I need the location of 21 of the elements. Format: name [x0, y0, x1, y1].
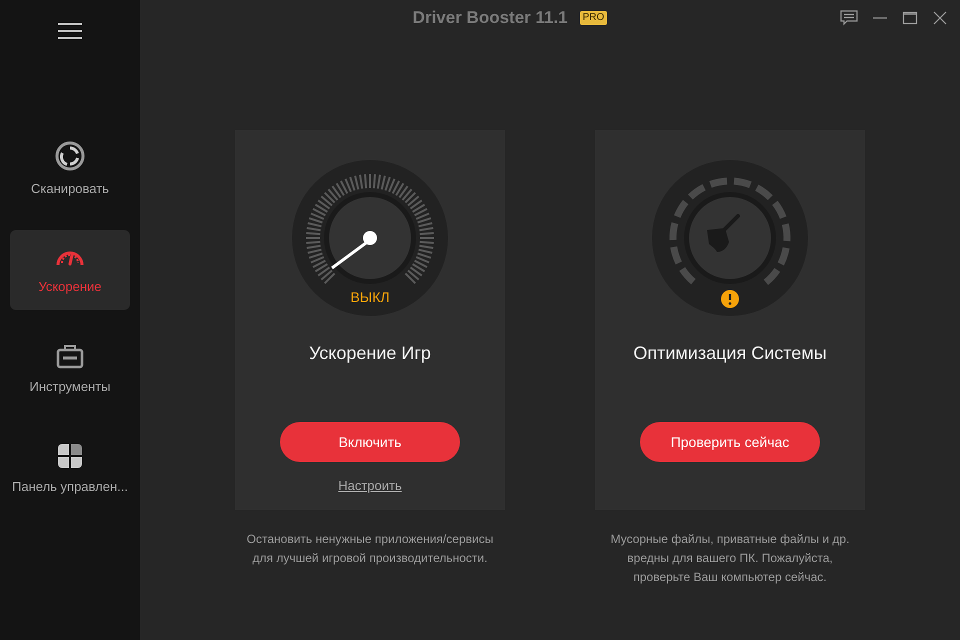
card-title: Оптимизация Системы — [633, 342, 827, 365]
action-button[interactable]: Включить — [280, 422, 460, 462]
card-description: Остановить ненужные приложения/сервисы для лучшей игровой производительности. — [246, 531, 494, 567]
sidebar-item[interactable]: Панель управлен... — [10, 430, 130, 510]
status-label: ВЫКЛ — [350, 289, 390, 305]
maximize-icon[interactable] — [902, 10, 918, 26]
sidebar-item[interactable]: Ускорение — [10, 230, 130, 310]
sidebar-item[interactable]: Инструменты — [10, 330, 130, 410]
sidebar-item[interactable]: Сканировать — [10, 130, 130, 210]
card-title: Ускорение Игр — [309, 342, 431, 365]
settings-link[interactable]: Настроить — [338, 476, 402, 496]
menu-icon[interactable] — [57, 22, 83, 40]
feedback-icon[interactable] — [840, 10, 858, 26]
toolbox-icon — [56, 343, 84, 370]
card-description: Мусорные файлы, приватные файлы и др. вредны для вашего ПК. Пожалуйста, проверьте Ваш компьютер сейчас. — [610, 531, 850, 586]
close-icon[interactable] — [932, 10, 948, 26]
action-button[interactable]: Проверить сейчас — [640, 422, 820, 462]
ring-icon — [55, 141, 85, 172]
window-title: Driver Booster 11.1 — [412, 7, 568, 30]
tiles-icon — [57, 443, 83, 470]
pro-badge: PRO — [580, 11, 608, 25]
